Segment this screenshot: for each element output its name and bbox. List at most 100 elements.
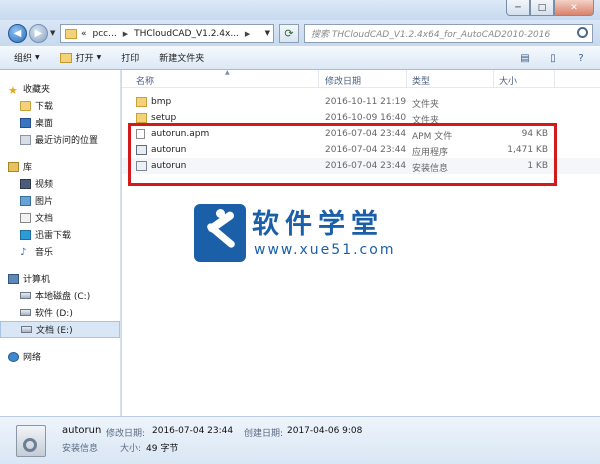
sidebar-item-label: 收藏夹 (23, 85, 51, 95)
download-folder-icon (20, 100, 31, 111)
video-icon (20, 178, 31, 189)
organize-button[interactable]: 组织 ▼ (14, 51, 40, 64)
sidebar-item-label: 库 (23, 163, 33, 173)
column-divider[interactable] (406, 70, 407, 88)
watermark-url: www.xue51.com (254, 242, 396, 258)
sidebar-item-drive-e[interactable]: 文档 (E:) (0, 321, 120, 338)
sidebar-item-desktop[interactable]: 桌面 (0, 114, 120, 131)
search-placeholder: 搜索 THCloudCAD_V1.2.4x64_for_AutoCAD2010-… (311, 30, 551, 40)
file-date: 2016-10-09 16:40 (325, 113, 407, 123)
address-bar[interactable]: « pcc... ▶ THCloudCAD_V1.2.4x... ▶ ▼ (60, 24, 274, 43)
column-header-date[interactable]: 修改日期 (325, 74, 361, 87)
sidebar-item-documents[interactable]: 文档 (0, 209, 120, 226)
sidebar-libraries[interactable]: 库 (0, 158, 120, 175)
sidebar-item-label: 计算机 (23, 275, 51, 285)
sidebar-item-pictures[interactable]: 图片 (0, 192, 120, 209)
column-divider[interactable] (493, 70, 494, 88)
computer-icon (8, 273, 19, 284)
view-options-icon[interactable]: ▤ (514, 50, 536, 66)
details-size-label: 大小: (120, 444, 142, 454)
drive-icon (20, 292, 31, 299)
arrow-left-icon: ◀ (13, 28, 22, 39)
print-button[interactable]: 打印 (121, 51, 139, 64)
refresh-button[interactable]: ⟳ (279, 24, 299, 43)
sidebar-item-label: 最近访问的位置 (35, 136, 99, 146)
sidebar-item-label: 文档 (E:) (36, 326, 73, 336)
file-list: ▲ 名称 修改日期 类型 大小 bmp 2016-10-11 21:19 文件夹… (122, 69, 600, 416)
breadcrumb-separator[interactable]: ▶ (123, 30, 128, 38)
chevron-down-icon: ▼ (96, 54, 102, 61)
address-dropdown[interactable]: ▼ (265, 29, 270, 37)
picture-icon (20, 195, 31, 206)
recent-pages-dropdown[interactable]: ▼ (50, 29, 55, 37)
back-button[interactable]: ◀ (8, 24, 27, 43)
column-header-type[interactable]: 类型 (412, 74, 430, 87)
sidebar-item-label: 软件 (D:) (35, 309, 73, 319)
file-name: bmp (151, 97, 172, 107)
search-input[interactable]: 搜索 THCloudCAD_V1.2.4x64_for_AutoCAD2010-… (304, 24, 593, 43)
column-divider[interactable] (318, 70, 319, 88)
search-icon[interactable] (577, 27, 588, 38)
sidebar-favorites[interactable]: ★ 收藏夹 (0, 80, 120, 97)
open-button[interactable]: 打开 ▼ (59, 51, 102, 64)
sidebar-item-label: 文档 (35, 214, 54, 224)
preview-pane-icon[interactable]: ▯ (542, 50, 564, 66)
watermark: 软件学堂 www.xue51.com (190, 200, 412, 268)
breadcrumb-item[interactable]: THCloudCAD_V1.2.4x... (134, 29, 239, 39)
music-icon: ♪ (20, 246, 27, 258)
column-header-name[interactable]: 名称 (136, 74, 154, 87)
command-bar: 组织 ▼ 打开 ▼ 打印 新建文件夹 ▤ ▯ ? (0, 46, 600, 70)
sidebar-item-drive-d[interactable]: 软件 (D:) (0, 304, 120, 321)
sidebar-computer[interactable]: 计算机 (0, 270, 120, 287)
sidebar-item-label: 本地磁盘 (C:) (35, 292, 91, 302)
library-icon (8, 161, 19, 172)
document-icon (20, 212, 31, 223)
details-created-value: 2017-04-06 9:08 (287, 426, 363, 436)
title-bar: ─ □ ✕ (0, 0, 600, 20)
new-folder-button[interactable]: 新建文件夹 (159, 51, 204, 64)
forward-button[interactable]: ▶ (29, 24, 48, 43)
file-row[interactable]: bmp 2016-10-11 21:19 文件夹 (122, 94, 600, 110)
breadcrumb-overflow[interactable]: « (81, 29, 87, 39)
details-file-name: autorun (62, 425, 102, 436)
sidebar-item-label: 网络 (23, 353, 42, 363)
drive-icon (20, 309, 31, 316)
chevron-down-icon: ▼ (35, 54, 40, 61)
sidebar-item-music[interactable]: ♪ 音乐 (0, 243, 120, 260)
sidebar-item-thunder-downloads[interactable]: 迅雷下载 (0, 226, 120, 243)
file-name: setup (151, 113, 177, 123)
maximize-button[interactable]: □ (530, 0, 554, 16)
sidebar-item-downloads[interactable]: 下载 (0, 97, 120, 114)
recent-places-icon (20, 134, 31, 145)
folder-icon (136, 113, 147, 123)
sidebar-item-label: 迅雷下载 (35, 231, 72, 241)
organize-label: 组织 (14, 54, 33, 64)
sidebar-item-label: 音乐 (35, 248, 54, 258)
sidebar-network[interactable]: 网络 (0, 348, 120, 365)
sidebar-item-recent[interactable]: 最近访问的位置 (0, 131, 120, 148)
highlight-box (128, 123, 557, 186)
arrow-right-icon: ▶ (34, 28, 43, 39)
open-icon (59, 52, 72, 63)
desktop-icon (20, 117, 31, 128)
drive-icon (21, 326, 32, 333)
details-modified-label: 修改日期: (106, 429, 146, 439)
minimize-button[interactable]: ─ (506, 0, 530, 16)
sidebar-item-videos[interactable]: 视频 (0, 175, 120, 192)
star-icon: ★ (8, 83, 18, 97)
details-size-value: 49 字节 (146, 444, 179, 454)
details-modified-value: 2016-07-04 23:44 (152, 426, 234, 436)
details-pane: autorun 修改日期: 2016-07-04 23:44 创建日期: 201… (0, 416, 600, 464)
column-header-size[interactable]: 大小 (499, 74, 517, 87)
breadcrumb-separator[interactable]: ▶ (245, 30, 250, 38)
view-controls: ▤ ▯ ? (508, 50, 592, 66)
xue51-logo-icon (194, 204, 246, 262)
sort-ascending-icon: ▲ (225, 69, 230, 76)
help-icon[interactable]: ? (570, 50, 592, 66)
column-divider[interactable] (554, 70, 555, 88)
sidebar-item-drive-c[interactable]: 本地磁盘 (C:) (0, 287, 120, 304)
navigation-pane: ★ 收藏夹 下载 桌面 最近访问的位置 库 视频 图片 文档 迅雷下载 ♪ 音乐… (0, 70, 121, 416)
breadcrumb-item[interactable]: pcc... (93, 29, 117, 39)
close-button[interactable]: ✕ (554, 0, 594, 16)
watermark-title: 软件学堂 (252, 209, 384, 240)
